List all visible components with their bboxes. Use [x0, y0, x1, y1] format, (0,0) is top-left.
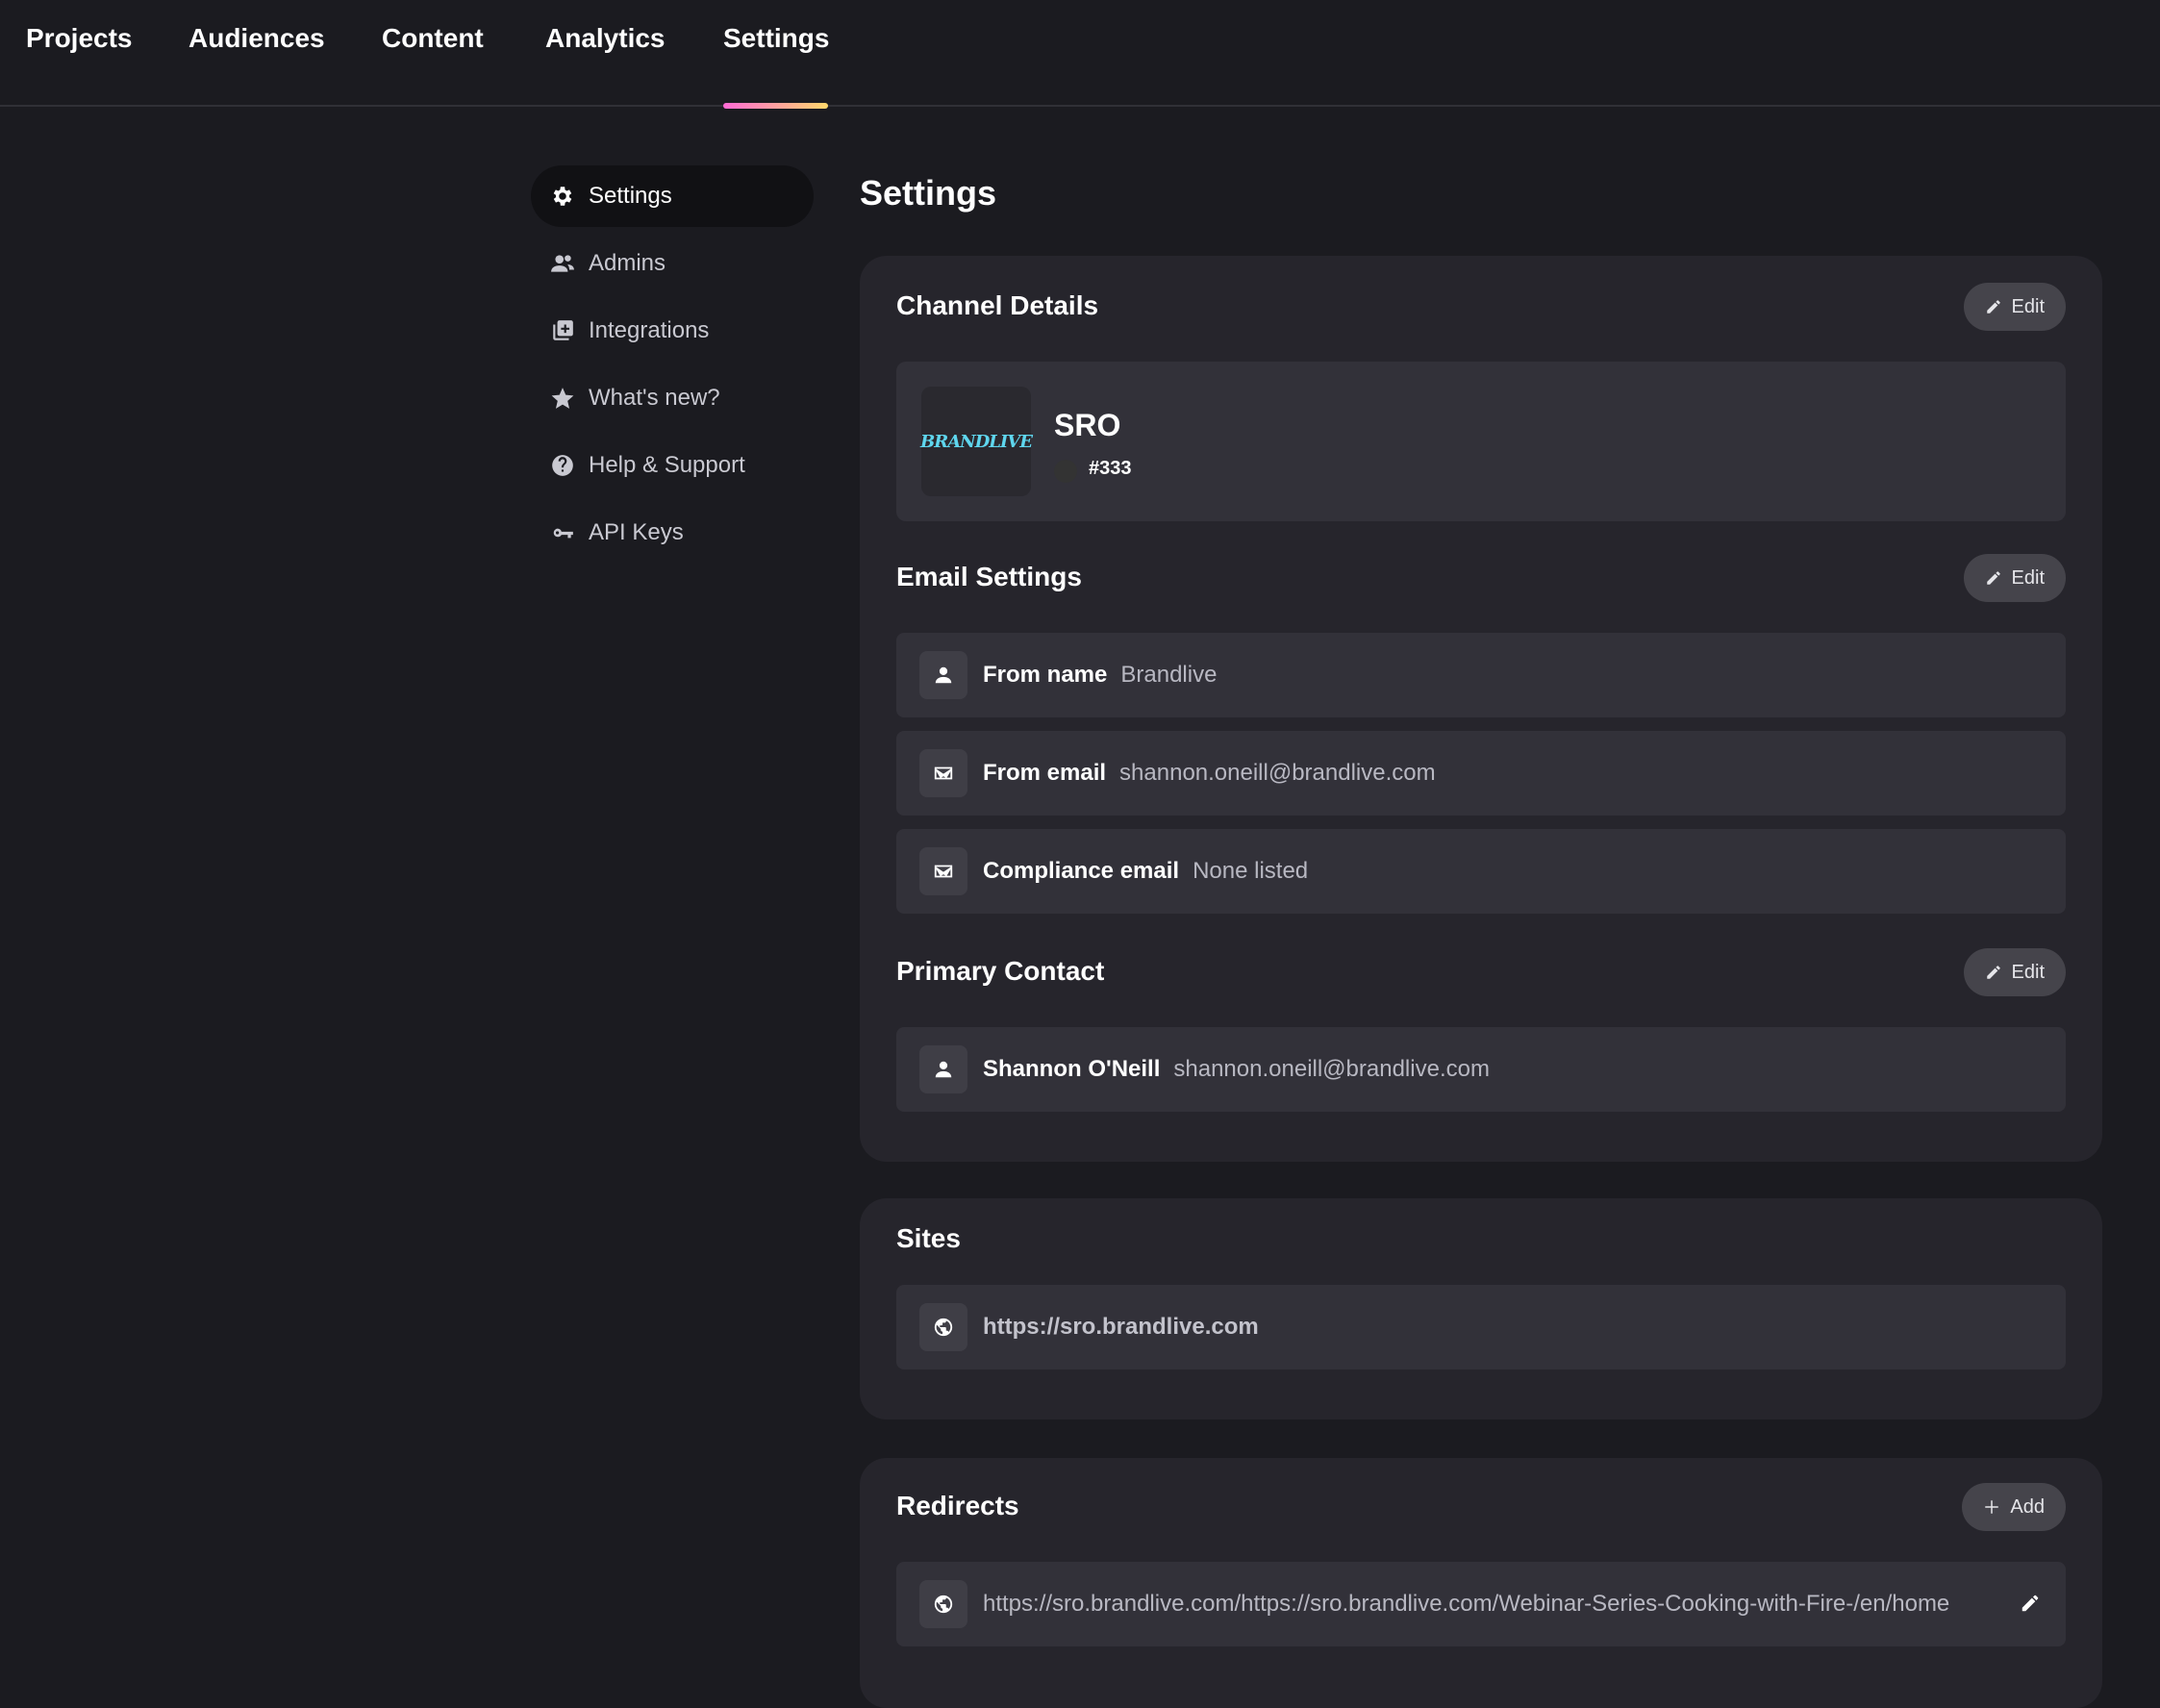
sidebar-item-label: Help & Support	[589, 452, 745, 478]
person-icon	[919, 651, 967, 699]
integrations-icon	[550, 318, 575, 343]
channel-color-swatch	[1054, 460, 1077, 483]
compliance-email-row: Compliance email None listed	[896, 829, 2066, 914]
users-icon	[550, 251, 575, 276]
person-icon	[919, 1045, 967, 1093]
key-icon	[550, 520, 575, 545]
mail-icon	[919, 847, 967, 895]
redirect-url: https://sro.brandlive.com/https://sro.br…	[983, 1591, 1950, 1617]
channel-edit-button[interactable]: Edit	[1963, 283, 2066, 331]
from-email-label: From email	[983, 760, 1107, 786]
sites-title: Sites	[896, 1223, 961, 1253]
redirect-row: https://sro.brandlive.com/https://sro.br…	[896, 1562, 2066, 1646]
top-navigation: Projects Audiences Content Analytics Set…	[0, 0, 2160, 109]
tab-audiences[interactable]: Audiences	[188, 23, 325, 54]
sidebar-item-label: Integrations	[589, 317, 710, 343]
from-name-label: From name	[983, 662, 1108, 688]
globe-icon	[919, 1580, 967, 1628]
site-row[interactable]: https://sro.brandlive.com	[896, 1285, 2066, 1369]
primary-contact-row: Shannon O'Neill shannon.oneill@brandlive…	[896, 1027, 2066, 1112]
pencil-icon	[1986, 300, 2000, 314]
sidebar-item-integrations[interactable]: Integrations	[531, 300, 814, 362]
channel-settings-card: Channel Details Edit BRANDLIVE SRO #333 …	[860, 256, 2102, 1162]
contact-edit-button[interactable]: Edit	[1963, 948, 2066, 996]
channel-summary: BRANDLIVE SRO #333	[896, 362, 2066, 521]
channel-name: SRO	[1054, 408, 1121, 442]
channel-logo: BRANDLIVE	[920, 387, 1033, 496]
add-label: Add	[2010, 1495, 2045, 1518]
tab-projects[interactable]: Projects	[26, 23, 133, 54]
from-email-value: shannon.oneill@brandlive.com	[1119, 760, 1436, 786]
from-name-row: From name Brandlive	[896, 633, 2066, 717]
sidebar-item-label: Admins	[589, 250, 666, 276]
edit-redirect-icon[interactable]	[2020, 1593, 2041, 1614]
edit-label: Edit	[2011, 566, 2045, 589]
active-tab-indicator	[723, 103, 828, 109]
channel-details-title: Channel Details	[896, 290, 1099, 320]
sidebar-item-help-support[interactable]: Help & Support	[531, 435, 814, 496]
tab-settings[interactable]: Settings	[723, 23, 829, 54]
site-url: https://sro.brandlive.com	[983, 1314, 1259, 1340]
sidebar-item-label: API Keys	[589, 519, 684, 545]
compliance-email-label: Compliance email	[983, 858, 1180, 884]
contact-email: shannon.oneill@brandlive.com	[1173, 1056, 1490, 1082]
sidebar-item-label: What's new?	[589, 385, 720, 411]
channel-color-value: #333	[1089, 458, 1132, 479]
edit-label: Edit	[2011, 961, 2045, 983]
email-settings-title: Email Settings	[896, 562, 1082, 591]
compliance-email-value: None listed	[1193, 858, 1309, 884]
contact-name: Shannon O'Neill	[983, 1056, 1161, 1082]
globe-icon	[919, 1303, 967, 1351]
help-icon	[550, 453, 575, 478]
from-email-row: From email shannon.oneill@brandlive.com	[896, 731, 2066, 816]
page-title: Settings	[860, 173, 997, 213]
redirects-title: Redirects	[896, 1491, 1019, 1520]
add-redirect-button[interactable]: Add	[1962, 1483, 2066, 1531]
email-edit-button[interactable]: Edit	[1963, 554, 2066, 602]
edit-label: Edit	[2011, 295, 2045, 317]
sidebar-item-label: Settings	[589, 183, 672, 209]
primary-contact-title: Primary Contact	[896, 956, 1105, 986]
sidebar-item-admins[interactable]: Admins	[531, 233, 814, 294]
sidebar-item-api-keys[interactable]: API Keys	[531, 502, 814, 564]
tab-content[interactable]: Content	[382, 23, 484, 54]
tab-analytics[interactable]: Analytics	[545, 23, 666, 54]
sidebar-item-whats-new[interactable]: What's new?	[531, 367, 814, 429]
from-name-value: Brandlive	[1120, 662, 1218, 688]
settings-sidebar: Settings Admins Integrations What's new?…	[531, 165, 814, 569]
gear-icon	[550, 184, 575, 209]
star-icon	[550, 386, 575, 411]
plus-icon	[1985, 1500, 1999, 1514]
pencil-icon	[1986, 571, 2000, 585]
sidebar-item-settings[interactable]: Settings	[531, 165, 814, 227]
sites-card: Sites https://sro.brandlive.com	[860, 1198, 2102, 1419]
pencil-icon	[1986, 966, 2000, 979]
redirects-card: Redirects Add https://sro.brandlive.com/…	[860, 1458, 2102, 1708]
mail-icon	[919, 749, 967, 797]
